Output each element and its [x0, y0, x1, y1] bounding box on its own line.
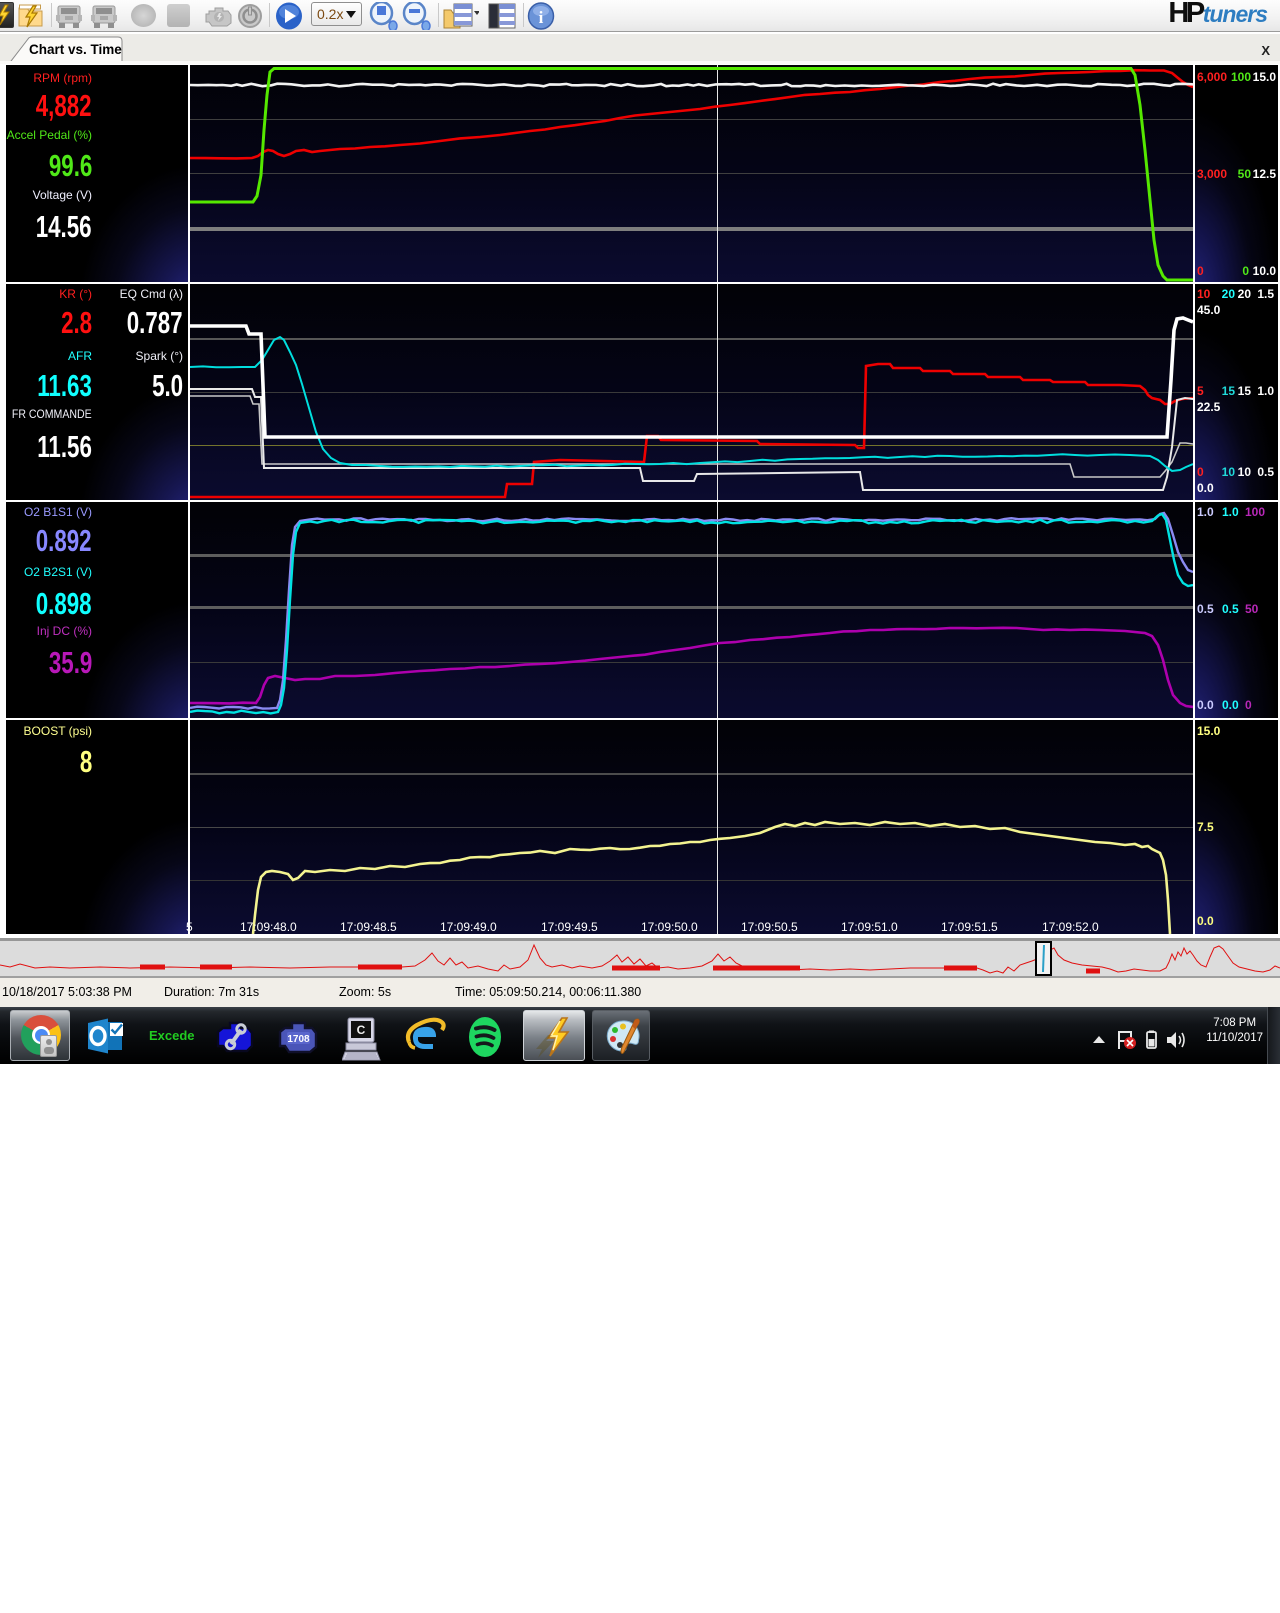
- svg-text:1708: 1708: [287, 1034, 310, 1045]
- svg-text:i: i: [539, 8, 544, 27]
- svg-text:C: C: [357, 1023, 366, 1037]
